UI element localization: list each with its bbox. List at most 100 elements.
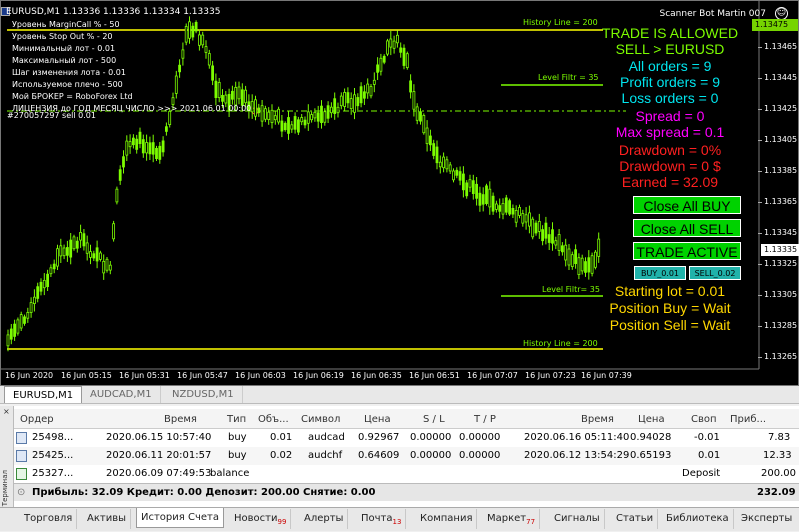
- tab-code-base[interactable]: Библиотека: [662, 509, 734, 529]
- col-sl[interactable]: S / L: [423, 414, 445, 425]
- candle-body: [234, 87, 238, 106]
- tab-exposure[interactable]: Активы: [83, 509, 131, 529]
- candle-body: [405, 53, 409, 69]
- cell-profit: 7.83: [768, 432, 791, 443]
- close-all-buy-button[interactable]: Close All BUY: [633, 196, 741, 214]
- candle-body: [478, 192, 482, 206]
- candle-body: [267, 111, 271, 120]
- candle-body: [356, 97, 360, 107]
- col-symbol[interactable]: Символ: [301, 414, 340, 425]
- tab-articles[interactable]: Статьи: [612, 509, 659, 529]
- col-swap[interactable]: Своп: [691, 414, 717, 425]
- candle-body: [9, 328, 13, 340]
- candle-body: [531, 218, 535, 238]
- cell-symbol: audcad: [308, 432, 345, 443]
- candle-body: [399, 47, 403, 53]
- cell-sl: 0.00000: [410, 450, 452, 461]
- table-row[interactable]: 25498... 2020.06.15 10:57:40 buy 0.01 au…: [14, 429, 799, 447]
- info-leverage: Используемое плечо - 500: [12, 80, 123, 89]
- candle-body: [105, 258, 109, 271]
- col-type[interactable]: Тип: [227, 414, 246, 425]
- col-close-price[interactable]: Цена: [638, 414, 665, 425]
- candle-body: [237, 86, 241, 100]
- mid-line-label: #270057297 sell 0.01: [7, 111, 96, 120]
- candle-body: [310, 114, 314, 121]
- price-label: 1.13445: [757, 73, 798, 82]
- cell-type: balance: [210, 468, 250, 479]
- drawdown-percent: Drawdown = 0%: [618, 142, 722, 158]
- table-row[interactable]: 25425... 2020.06.11 20:01:57 buy 0.02 au…: [14, 447, 799, 465]
- candle-body: [392, 40, 396, 49]
- candle-body: [481, 194, 485, 205]
- cell-order: 25327...: [32, 468, 74, 479]
- tab-news[interactable]: Новости99: [230, 509, 292, 529]
- candle-body: [300, 117, 304, 123]
- candle-body: [151, 142, 155, 155]
- summary-row: ⊙ Прибыль: 32.09 Кредит: 0.00 Депозит: 2…: [14, 483, 799, 501]
- candle-body: [296, 119, 300, 133]
- candle-body: [402, 47, 406, 66]
- close-all-sell-button[interactable]: Close All SELL: [633, 219, 741, 237]
- table-row-balance[interactable]: 25327... 2020.06.09 07:49:53 balance Dep…: [14, 465, 799, 483]
- tab-mailbox[interactable]: Почта13: [357, 509, 407, 529]
- candle-body: [471, 180, 475, 194]
- candle-body: [293, 116, 297, 130]
- cell-open-time: 2020.06.11 20:01:57: [106, 450, 212, 461]
- time-label: 16 Jun 06:19: [293, 371, 344, 380]
- cell-open-price: 0.92967: [358, 432, 400, 443]
- tab-trade[interactable]: Торговля: [20, 509, 78, 529]
- profit-orders-count: Profit orders = 9: [620, 74, 720, 90]
- price-chart[interactable]: EURUSD,M1 1.13336 1.13336 1.13334 1.1333…: [0, 0, 799, 386]
- candle-body: [244, 89, 248, 104]
- candle-body: [501, 203, 505, 215]
- tab-account-history[interactable]: История Счета: [136, 508, 224, 528]
- cell-type: buy: [228, 450, 247, 461]
- candle-body: [412, 91, 416, 110]
- tab-market[interactable]: Маркет77: [483, 509, 541, 529]
- col-volume[interactable]: Объ...: [258, 414, 289, 425]
- candle-body: [138, 131, 142, 144]
- level-filter-bottom-label: Level Filtr= 35: [542, 285, 600, 294]
- candle-body: [336, 106, 340, 114]
- tab-signals[interactable]: Сигналы: [550, 509, 605, 529]
- candle-body: [428, 135, 432, 146]
- candle-body: [118, 169, 122, 181]
- tab-audcad[interactable]: AUDCAD,M1: [82, 386, 161, 403]
- candle-body: [214, 80, 218, 98]
- spread-value: Spread = 0: [635, 108, 705, 124]
- tab-experts[interactable]: Эксперты: [737, 509, 796, 529]
- cell-open-time: 2020.06.09 07:49:53: [106, 468, 212, 479]
- candle-body: [250, 101, 254, 113]
- candle-body: [584, 261, 587, 273]
- price-label: 1.13425: [757, 104, 798, 113]
- col-tp[interactable]: T / P: [474, 414, 496, 425]
- tab-label: Библиотека: [666, 513, 729, 524]
- col-open-price[interactable]: Цена: [364, 414, 391, 425]
- col-close-time[interactable]: Время: [581, 414, 614, 425]
- col-order[interactable]: Ордер: [20, 414, 54, 425]
- tab-badge: 99: [277, 518, 287, 526]
- cell-close-time: 2020.06.12 13:54:29: [524, 450, 630, 461]
- buy-button[interactable]: BUY_0.01: [634, 266, 686, 280]
- candle-body: [504, 197, 508, 213]
- candle-body: [587, 257, 591, 273]
- candle-body: [435, 146, 439, 164]
- tab-eurusd[interactable]: EURUSD,M1: [4, 386, 83, 403]
- candle-body: [366, 83, 370, 94]
- candle-body: [79, 231, 82, 241]
- sell-button[interactable]: SELL_0.02: [689, 266, 741, 280]
- col-profit[interactable]: Приб...: [730, 414, 766, 425]
- tab-alerts[interactable]: Алерты: [300, 509, 349, 529]
- tab-company[interactable]: Компания: [416, 509, 478, 529]
- candle-body: [158, 145, 162, 160]
- summary-icon: ⊙: [17, 487, 26, 498]
- close-icon[interactable]: ×: [3, 407, 10, 416]
- candle-body: [313, 111, 317, 119]
- trade-active-button[interactable]: TRADE ACTIVE: [633, 242, 741, 260]
- order-icon: [16, 450, 27, 462]
- candle-body: [518, 206, 521, 216]
- cell-close-price: 0.65193: [630, 450, 672, 461]
- cell-swap: 0.01: [698, 450, 721, 461]
- tab-nzdusd[interactable]: NZDUSD,M1: [164, 386, 243, 403]
- col-open-time[interactable]: Время: [164, 414, 197, 425]
